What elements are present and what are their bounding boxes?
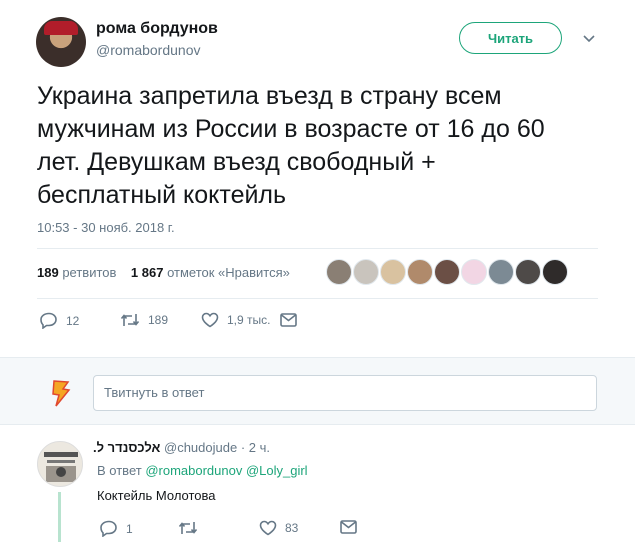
- reply-text: Коктейль Молотова: [97, 488, 216, 503]
- heart-icon: [201, 312, 219, 328]
- likers-avatars: [326, 259, 568, 287]
- divider: [37, 248, 598, 249]
- liker-avatar[interactable]: [407, 259, 433, 285]
- like-button[interactable]: 1,9 тыс.: [201, 312, 270, 328]
- liker-avatar[interactable]: [515, 259, 541, 285]
- reply-reply-button[interactable]: 1: [100, 520, 133, 537]
- in-reply-prefix: В ответ: [97, 463, 142, 478]
- liker-avatar[interactable]: [542, 259, 568, 285]
- like-count: 1,9 тыс.: [227, 313, 271, 327]
- reply-icon: [40, 312, 57, 329]
- liker-avatar[interactable]: [461, 259, 487, 285]
- reply-like-count: 83: [285, 521, 299, 535]
- follow-button[interactable]: Читать: [459, 22, 562, 54]
- tweet-stats: 189 ретвитов 1 867 отметок «Нравится»: [37, 265, 290, 280]
- in-reply-to: В ответ @romabordunov @Loly_girl: [97, 463, 308, 478]
- reply-time[interactable]: · 2 ч.: [241, 440, 270, 455]
- envelope-icon[interactable]: [340, 520, 357, 534]
- likes-label[interactable]: отметок «Нравится»: [167, 265, 290, 280]
- liker-avatar[interactable]: [380, 259, 406, 285]
- retweet-icon: [178, 522, 198, 534]
- envelope-icon[interactable]: [280, 313, 297, 327]
- retweet-button[interactable]: 189: [120, 312, 168, 328]
- reply-icon: [100, 520, 117, 537]
- reply-input[interactable]: Твитнуть в ответ: [93, 375, 597, 411]
- retweets-count[interactable]: 189: [37, 265, 59, 280]
- retweet-icon: [120, 314, 140, 326]
- reply-reply-count: 1: [126, 521, 133, 536]
- author-avatar[interactable]: [36, 17, 86, 67]
- reply-button[interactable]: 12: [40, 312, 79, 329]
- tweet-text: Украина запретила въезд в страну всем му…: [37, 82, 545, 209]
- reply-like-button[interactable]: 83: [259, 520, 298, 536]
- likes-count[interactable]: 1 867: [131, 265, 164, 280]
- lightning-icon: [52, 380, 71, 407]
- in-reply-users[interactable]: @romabordunov @Loly_girl: [145, 463, 307, 478]
- reply-author-avatar[interactable]: [37, 441, 83, 487]
- liker-avatar[interactable]: [353, 259, 379, 285]
- thread-line: [58, 492, 61, 542]
- divider: [37, 298, 598, 299]
- retweets-label[interactable]: ретвитов: [62, 265, 116, 280]
- heart-icon: [259, 520, 277, 536]
- liker-avatar[interactable]: [434, 259, 460, 285]
- chevron-down-icon[interactable]: [582, 31, 596, 45]
- reply-author-name[interactable]: אלכסנדר ל.: [93, 440, 160, 455]
- reply-count: 12: [66, 313, 80, 328]
- liker-avatar[interactable]: [488, 259, 514, 285]
- author-name[interactable]: рома бордунов: [96, 20, 218, 38]
- reply-retweet-button[interactable]: [178, 520, 206, 536]
- liker-avatar[interactable]: [326, 259, 352, 285]
- retweet-count: 189: [148, 313, 169, 327]
- reply-author-handle[interactable]: @chudojude: [164, 440, 237, 455]
- author-handle[interactable]: @romabordunov: [96, 42, 201, 58]
- tweet-timestamp[interactable]: 10:53 - 30 нояб. 2018 г.: [37, 220, 175, 235]
- reply-header: אלכסנדר ל. @chudojude · 2 ч.: [93, 440, 270, 455]
